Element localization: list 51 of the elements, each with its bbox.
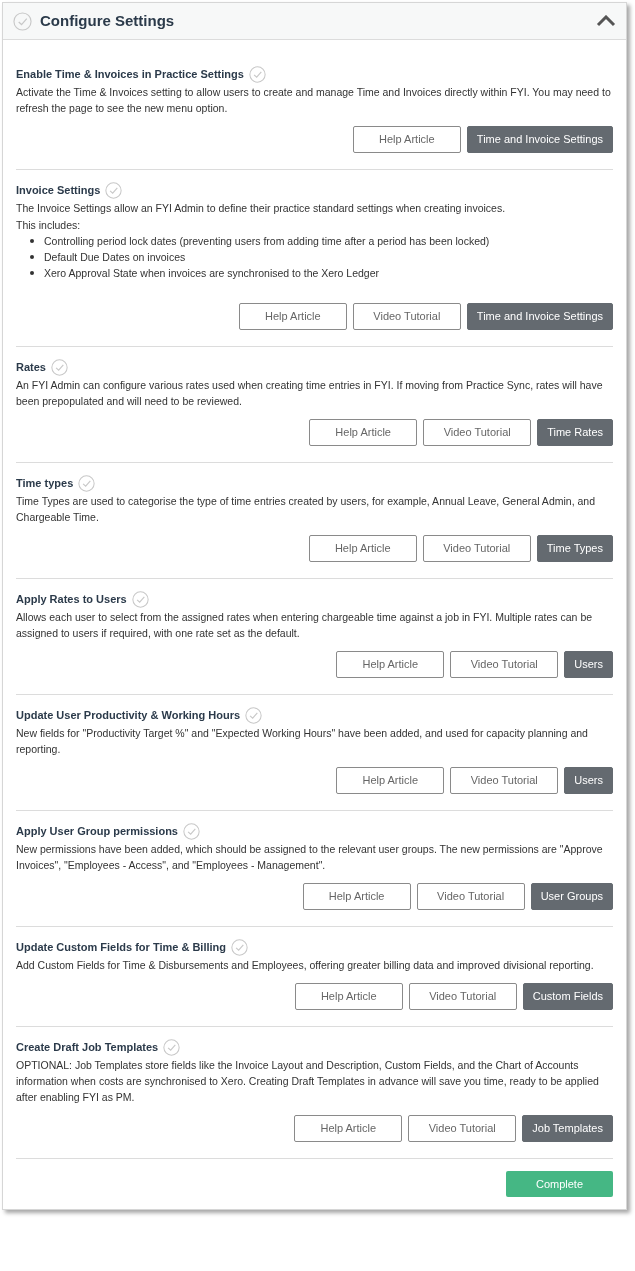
action-button[interactable]: Users — [564, 651, 613, 678]
section-title: Rates — [16, 360, 46, 376]
action-button[interactable]: Users — [564, 767, 613, 794]
link-button[interactable]: Video Tutorial — [450, 651, 559, 678]
section-title: Apply Rates to Users — [16, 592, 127, 608]
section-description: New fields for "Productivity Target %" and "Expected Working Hours" have been added, and used for capacity planning and reporting. — [16, 726, 589, 757]
link-button[interactable]: Video Tutorial — [408, 983, 517, 1010]
link-button[interactable]: Help Article — [336, 767, 445, 794]
link-button[interactable]: Help Article — [294, 1115, 403, 1142]
section-description: This includes: — [16, 218, 82, 233]
section-description: Allows each user to select from the assigned rates when entering chargeable time against a job in FYI. Multiple rates can be assigned to users if required, with one rate set as the default. — [16, 610, 594, 641]
panel-header[interactable]: Configure Settings — [3, 3, 626, 40]
action-button[interactable]: Job Templates — [522, 1115, 613, 1142]
link-button[interactable]: Help Article — [308, 535, 417, 562]
section-description: New permissions have been added, which should be assigned to the relevant user groups. The new permissions are "Approve Invoices", "Employees - Access", and "Employees - Management". — [16, 842, 604, 873]
link-button[interactable]: Help Article — [294, 983, 403, 1010]
link-button[interactable]: Video Tutorial — [422, 535, 531, 562]
section-description: Activate the Time & Invoices setting to allow users to create and manage Time and Invoices directly within FYI. You may need to refresh the page to see the new menu option. — [16, 85, 612, 116]
bullet-text: Xero Approval State when invoices are synchronised to the Xero Ledger — [44, 266, 380, 281]
link-button[interactable]: Help Article — [238, 303, 347, 330]
section-description: OPTIONAL: Job Templates store fields like the Invoice Layout and Description, Custom Fields, and the Chart of Accounts information when costs are synchronised to Xero. Creating Draft Templates in advance will save you time, ready to be applied after enabling FYI as PM. — [16, 1058, 600, 1105]
action-button[interactable]: Custom Fields — [522, 983, 613, 1010]
section-title: Update User Productivity & Working Hours — [16, 708, 241, 724]
link-button[interactable]: Help Article — [302, 883, 411, 910]
action-button[interactable]: Time and Invoice Settings — [466, 303, 613, 330]
section-description: An FYI Admin can configure various rates used when creating time entries in FYI. If moving from Practice Sync, rates will have been prepopulated and will need to be reviewed. — [16, 378, 604, 409]
section-title: Apply User Group permissions — [16, 824, 178, 840]
action-button[interactable]: User Groups — [530, 883, 613, 910]
section-title: Time types — [16, 476, 74, 492]
section-title: Update Custom Fields for Time & Billing — [16, 940, 227, 956]
action-button[interactable]: Time and Invoice Settings — [466, 126, 613, 153]
link-button[interactable]: Video Tutorial — [450, 767, 559, 794]
link-button[interactable]: Video Tutorial — [352, 303, 461, 330]
link-button[interactable]: Video Tutorial — [416, 883, 525, 910]
chevron-up-icon[interactable] — [596, 15, 616, 27]
section-description: Time Types are used to categorise the type of time entries created by users, for example, Annual Leave, General Admin, and Chargeable Time. — [16, 494, 596, 525]
bullet-text: Default Due Dates on invoices — [44, 250, 186, 265]
section-description: The Invoice Settings allow an FYI Admin to define their practice standard settings when creating invoices. — [16, 201, 507, 216]
link-button[interactable]: Help Article — [352, 126, 461, 153]
link-button[interactable]: Help Article — [336, 651, 445, 678]
section-title: Enable Time & Invoices in Practice Settings — [16, 67, 244, 83]
section-description: Add Custom Fields for Time & Disbursements and Employees, offering greater billing data and improved divisional reporting. — [16, 958, 595, 973]
bullet-text: Controlling period lock dates (preventing users from adding time after a period has been locked) — [44, 234, 490, 249]
link-button[interactable]: Video Tutorial — [408, 1115, 517, 1142]
section-title: Create Draft Job Templates — [16, 1040, 159, 1056]
section-title: Invoice Settings — [16, 183, 101, 199]
action-button[interactable]: Time Rates — [537, 419, 613, 446]
link-button[interactable]: Help Article — [309, 419, 418, 446]
panel-title: Configure Settings — [40, 10, 175, 31]
link-button[interactable]: Video Tutorial — [423, 419, 532, 446]
action-button[interactable]: Time Types — [536, 535, 613, 562]
